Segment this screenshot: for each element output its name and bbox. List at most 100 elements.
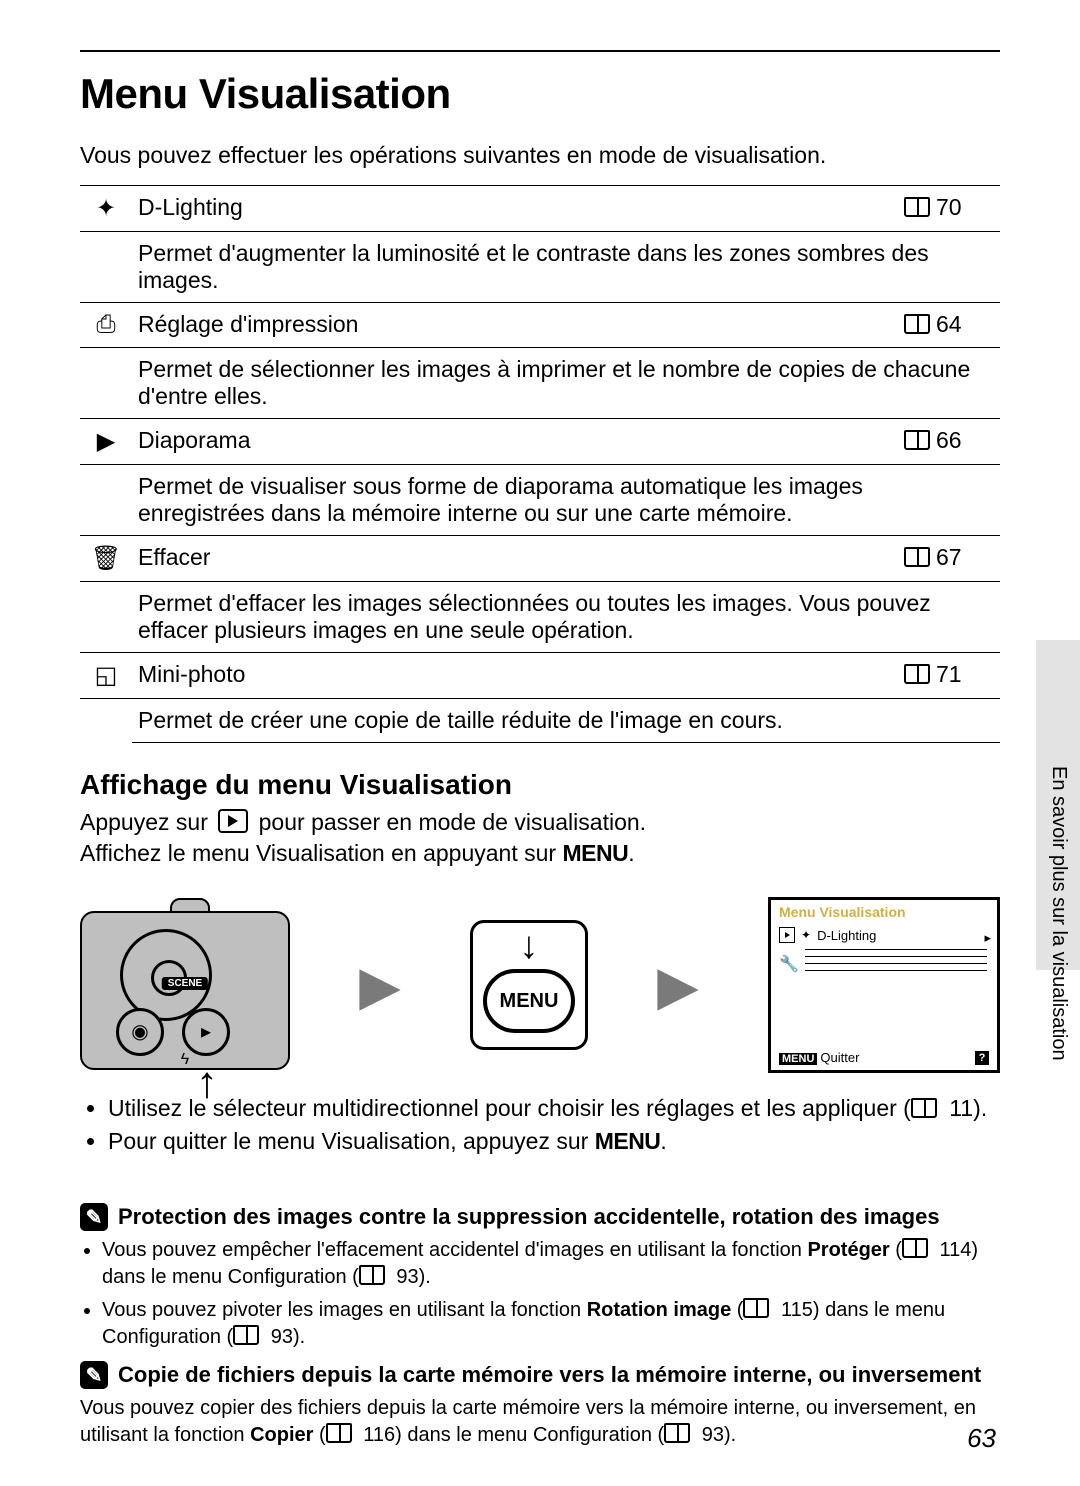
- lcd-menu-tag: MENU: [779, 1053, 817, 1065]
- menu-item-desc: Permet d'augmenter la luminosité et le c…: [132, 232, 1000, 303]
- note-title-text: Protection des images contre la suppress…: [118, 1204, 940, 1230]
- page-ref-number: 66: [936, 427, 962, 453]
- book-icon: [233, 1325, 259, 1345]
- page-ref: 64: [898, 303, 1000, 348]
- book-icon: [359, 1265, 385, 1285]
- menu-item-desc: Permet d'effacer les images sélectionnée…: [132, 582, 1000, 653]
- menu-row-desc: Permet de visualiser sous forme de diapo…: [80, 465, 1000, 536]
- page-ref-number: 93: [702, 1424, 724, 1446]
- bullet-item: Utilisez le sélecteur multidirectionnel …: [108, 1095, 1000, 1122]
- menu-item-desc: Permet de sélectionner les images à impr…: [132, 348, 1000, 419]
- menu-item-name: Diaporama: [132, 419, 898, 465]
- shoot-mode-icon: ◉: [116, 1008, 164, 1056]
- lcd-screen-illustration: Menu Visualisation ✦ D-Lighting ▸ 🔧 MENU…: [768, 897, 1000, 1073]
- text-fragment: pour passer en mode de visualisation.: [259, 809, 646, 835]
- page-ref-number: 93: [271, 1326, 293, 1348]
- book-icon: [904, 314, 930, 334]
- playback-menu-table: ✦ D-Lighting 70 Permet d'augmenter la lu…: [80, 185, 1000, 743]
- page-ref-number: 67: [936, 544, 962, 570]
- text-fragment: Vous pouvez empêcher l'effacement accide…: [102, 1239, 807, 1261]
- page-ref: 67: [898, 536, 1000, 582]
- lcd-menu-item: ✦ D-Lighting: [771, 924, 997, 943]
- text-fragment: (: [890, 1239, 902, 1261]
- menu-row-smallpic: ◱ Mini-photo 71: [80, 653, 1000, 699]
- page-ref-number: 114: [940, 1239, 972, 1261]
- book-icon: [664, 1423, 690, 1443]
- pencil-icon: ✎: [80, 1361, 108, 1389]
- bullet-item: Pour quitter le menu Visualisation, appu…: [108, 1128, 1000, 1155]
- book-icon: [904, 547, 930, 567]
- page-ref: 70: [898, 186, 1000, 232]
- lcd-title: Menu Visualisation: [771, 900, 997, 924]
- flash-icon: ϟ: [181, 1051, 189, 1069]
- book-icon: [904, 664, 930, 684]
- setup-tab-icon: 🔧: [779, 954, 799, 974]
- page-ref-number: 64: [936, 311, 962, 337]
- pencil-icon: ✎: [80, 1203, 108, 1231]
- menu-button-label: MENU: [483, 969, 575, 1033]
- side-tab-label: En savoir plus sur la visualisation: [1047, 766, 1070, 1061]
- menu-item-name: Effacer: [132, 536, 898, 582]
- book-icon: [904, 197, 930, 217]
- book-icon: [326, 1423, 352, 1443]
- menu-label: MENU: [595, 1128, 661, 1154]
- menu-row-slideshow: ▶ Diaporama 66: [80, 419, 1000, 465]
- menu-row-desc: Permet d'effacer les images sélectionnée…: [80, 582, 1000, 653]
- page-ref-number: 71: [936, 661, 962, 687]
- slideshow-icon: ▶: [80, 419, 132, 465]
- section-body: Appuyez sur pour passer en mode de visua…: [80, 807, 1000, 869]
- bold-label: Protéger: [807, 1239, 889, 1261]
- menu-row-desc: Permet de sélectionner les images à impr…: [80, 348, 1000, 419]
- text-fragment: Appuyez sur: [80, 809, 214, 835]
- page-ref-number: 116: [363, 1424, 395, 1446]
- menu-item-desc: Permet de visualiser sous forme de diapo…: [132, 465, 1000, 536]
- note-body: Vous pouvez copier des fichiers depuis l…: [80, 1395, 1000, 1449]
- menu-row-desc: Permet d'augmenter la luminosité et le c…: [80, 232, 1000, 303]
- menu-item-name: D-Lighting: [132, 186, 898, 232]
- camera-back-illustration: SCENE ◉ ▸ ϟ ↑: [80, 900, 290, 1070]
- bold-label: Rotation image: [587, 1299, 731, 1321]
- dlighting-icon: ✦: [80, 186, 132, 232]
- note-title-text: Copie de fichiers depuis la carte mémoir…: [118, 1362, 981, 1388]
- page-ref-number: 115: [781, 1299, 813, 1321]
- multi-selector-icon: [120, 929, 212, 1021]
- menu-item-desc: Permet de créer une copie de taille rédu…: [132, 699, 1000, 743]
- help-icon: ?: [975, 1051, 989, 1065]
- menu-label: MENU: [562, 840, 628, 866]
- page-ref-number: 11: [949, 1095, 973, 1121]
- text-fragment: (: [731, 1299, 743, 1321]
- bold-label: Copier: [250, 1424, 313, 1446]
- instruction-bullets: Utilisez le sélecteur multidirectionnel …: [80, 1095, 1000, 1155]
- menu-item-name: Réglage d'impression: [132, 303, 898, 348]
- arrow-right-icon: ▶: [359, 954, 401, 1017]
- book-icon: [904, 430, 930, 450]
- section-heading: Affichage du menu Visualisation: [80, 769, 1000, 801]
- playback-tab-icon: [779, 927, 795, 943]
- menu-row-delete: 🗑 Effacer 67: [80, 536, 1000, 582]
- lcd-item-label: D-Lighting: [817, 928, 876, 943]
- page-ref-number: 93: [396, 1266, 418, 1288]
- text-fragment: ).: [973, 1095, 987, 1121]
- caret-right-icon: ▸: [984, 930, 991, 946]
- note-bullet: Vous pouvez pivoter les images en utilis…: [102, 1297, 1000, 1351]
- arrow-right-icon: ▶: [657, 954, 699, 1017]
- book-icon: [743, 1298, 769, 1318]
- manual-page: En savoir plus sur la visualisation Menu…: [0, 0, 1080, 1486]
- playback-button-icon: [218, 809, 248, 833]
- intro-text: Vous pouvez effectuer les opérations sui…: [80, 140, 1000, 171]
- page-ref: 66: [898, 419, 1000, 465]
- text-fragment: .: [628, 840, 634, 866]
- text-fragment: Pour quitter le menu Visualisation, appu…: [108, 1128, 595, 1154]
- trash-icon: 🗑: [80, 536, 132, 582]
- smallpic-icon: ◱: [80, 653, 132, 699]
- text-fragment: ).: [419, 1266, 431, 1288]
- menu-row-desc: Permet de créer une copie de taille rédu…: [80, 699, 1000, 743]
- text-fragment: Affichez le menu Visualisation en appuya…: [80, 840, 562, 866]
- note-bullet: Vous pouvez empêcher l'effacement accide…: [102, 1237, 1000, 1291]
- playback-mode-icon: ▸: [182, 1008, 230, 1056]
- page-ref: 71: [898, 653, 1000, 699]
- scene-badge: SCENE: [162, 977, 208, 990]
- print-icon: ⎙: [80, 303, 132, 348]
- menu-row-dlighting: ✦ D-Lighting 70: [80, 186, 1000, 232]
- lcd-quit-label: Quitter: [820, 1050, 859, 1065]
